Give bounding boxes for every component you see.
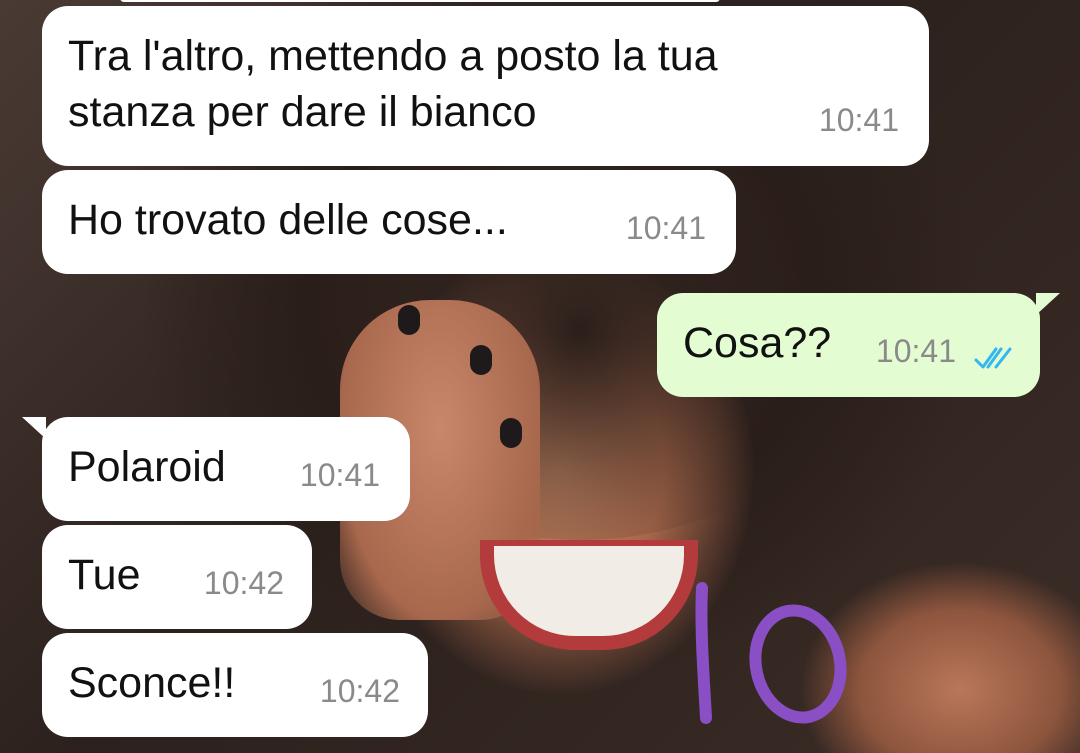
message-bubble-incoming[interactable]: Tue 10:42	[42, 525, 312, 629]
message-timestamp: 10:41	[625, 210, 706, 246]
outgoing-bubble-tail	[1036, 293, 1060, 315]
message-bubble-incoming[interactable]: Polaroid 10:41	[42, 417, 410, 521]
double-check-icon	[974, 347, 1012, 369]
message-bubble-incoming[interactable]: Tra l'altro, mettendo a posto la tua sta…	[42, 6, 929, 166]
message-bubble-incoming[interactable]: Sconce!! 10:42	[42, 633, 428, 737]
wallpaper-nail	[398, 305, 420, 335]
message-timestamp: 10:42	[203, 565, 284, 601]
handwritten-rating-doodle: 10	[695, 582, 847, 724]
previous-message-edge	[120, 0, 720, 2]
message-text: Cosa??	[683, 319, 832, 367]
wallpaper-smile	[480, 540, 698, 650]
message-timestamp: 10:42	[319, 673, 400, 709]
message-text: Tra l'altro, mettendo a posto la tua sta…	[68, 32, 718, 136]
message-timestamp: 10:41	[818, 102, 899, 138]
message-timestamp: 10:41	[875, 333, 956, 369]
message-timestamp: 10:41	[299, 457, 380, 493]
message-bubble-incoming[interactable]: Ho trovato delle cose... 10:41	[42, 170, 736, 274]
wallpaper-nail	[500, 418, 522, 448]
message-bubble-outgoing[interactable]: Cosa?? 10:41	[657, 293, 1040, 397]
message-text: Ho trovato delle cose...	[68, 196, 508, 244]
wallpaper-nail	[470, 345, 492, 375]
